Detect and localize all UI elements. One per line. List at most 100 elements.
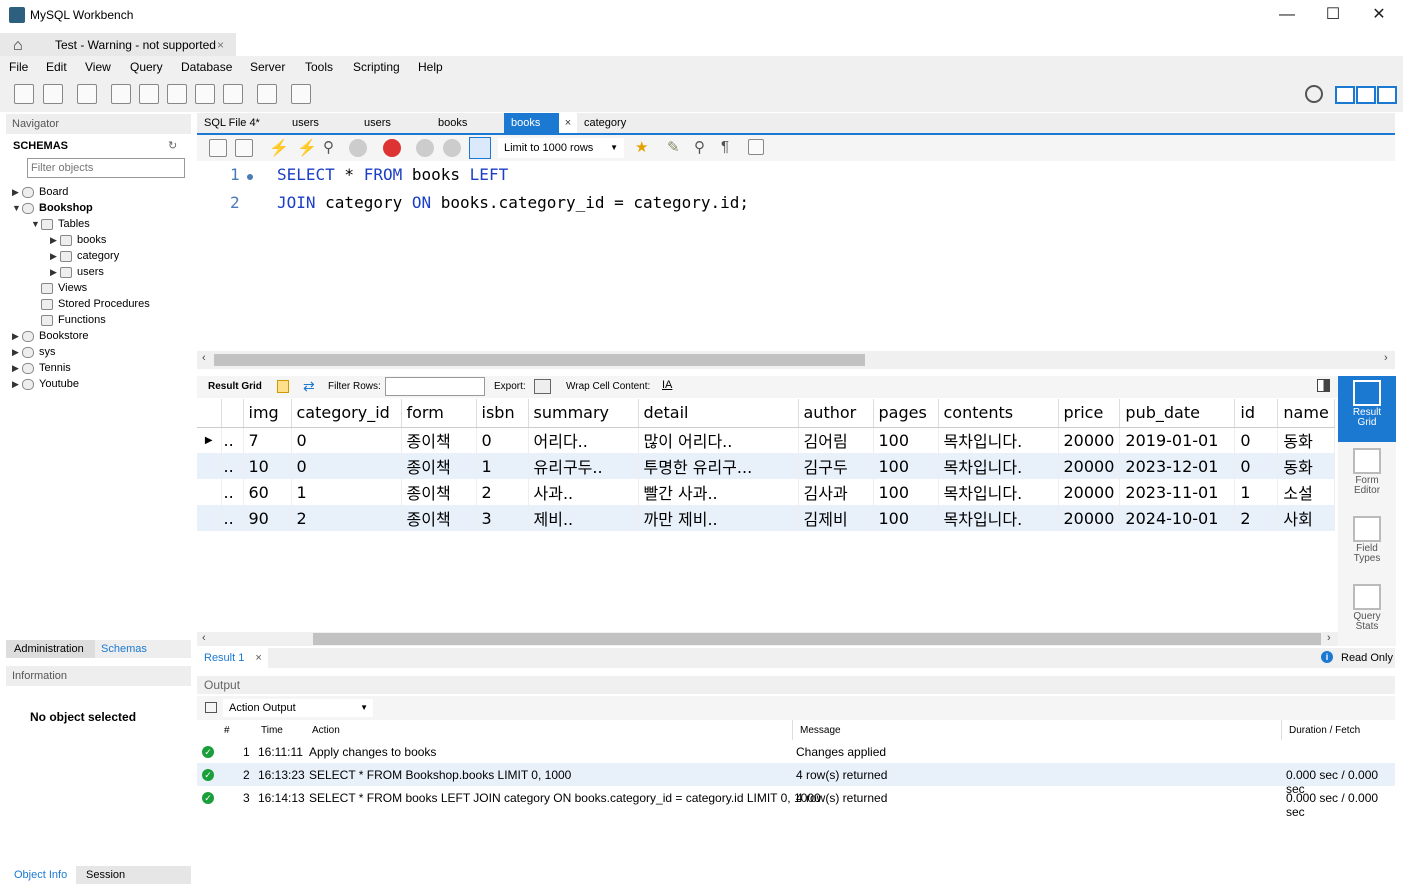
cell-detail[interactable]: 많이 어리다.. [638, 427, 799, 453]
tree-item-category[interactable]: ▶ category [12, 248, 190, 264]
cell-pub-date[interactable]: 2023-11-01 [1119, 479, 1236, 505]
cell-detail[interactable]: 까만 제비.. [638, 505, 799, 531]
menu-server[interactable]: Server [250, 60, 285, 74]
output-row[interactable]: ✓ 1 16:11:11 Apply changes to books Changes … [197, 740, 1395, 763]
filter-rows-input[interactable] [385, 377, 485, 396]
menu-database[interactable]: Database [181, 60, 232, 74]
cell-id[interactable]: 0 [1234, 453, 1279, 479]
cell-detail[interactable]: 빨간 사과.. [638, 479, 799, 505]
add-snippet-icon[interactable]: ★ [635, 138, 648, 156]
cell-author[interactable]: 김사과 [798, 479, 874, 505]
toggle-panel-icon[interactable] [1317, 379, 1330, 392]
table-row[interactable]: .. 60 1 종이책 2 사과.. 빨간 사과.. 김사과 100 목차입니다. 20000 202… [197, 479, 1335, 505]
cell-form[interactable]: 종이책 [401, 427, 477, 453]
cell-price[interactable]: 20000 [1058, 505, 1121, 531]
table-row[interactable]: .. 90 2 종이책 3 제비.. 까만 제비.. 김제비 100 목차입니다. 20000 202… [197, 505, 1335, 531]
column-header-detail[interactable]: detail [638, 399, 799, 428]
column-header-price[interactable]: price [1058, 399, 1121, 428]
rollback-icon[interactable] [443, 139, 461, 157]
menu-file[interactable]: File [9, 60, 28, 74]
cell-price[interactable]: 20000 [1058, 479, 1121, 505]
tree-item-youtube[interactable]: ▶ Youtube [12, 376, 190, 392]
sql-tab[interactable]: category [577, 113, 657, 133]
scroll-left-icon[interactable]: ‹ [202, 352, 206, 364]
execute-current-icon[interactable]: ⚡ [297, 138, 317, 158]
refresh-schemas-icon[interactable]: ↻ [168, 139, 177, 152]
menu-view[interactable]: View [85, 60, 111, 74]
sql-editor[interactable]: 1 SELECT * FROM books LEFT 2 JOIN category … [197, 162, 1395, 350]
output-mode-select[interactable]: Action Output ▼ [223, 699, 373, 717]
collapsed-arrow-icon[interactable]: ▶ [50, 248, 60, 264]
cell-category-id[interactable]: 1 [291, 479, 402, 505]
close-result-icon[interactable]: × [255, 652, 261, 664]
tree-item-tables[interactable]: ▼ Tables [12, 216, 190, 232]
grid-scroll-left-icon[interactable]: ‹ [202, 632, 206, 644]
tree-item-views[interactable]: Views [12, 280, 190, 296]
tree-item-bookstore[interactable]: ▶ Bookstore [12, 328, 190, 344]
close-tab-icon[interactable]: × [217, 33, 224, 57]
side-query-stats-button[interactable]: Query Stats [1338, 580, 1396, 646]
column-header-category-id[interactable]: category_id [291, 399, 402, 428]
side-result-grid-button[interactable]: Result Grid [1338, 376, 1396, 442]
cell-author[interactable]: 김제비 [798, 505, 874, 531]
cell-pages[interactable]: 100 [873, 505, 939, 531]
cell-author[interactable]: 김어림 [798, 427, 874, 453]
grid-hscrollbar[interactable]: ‹ › [197, 632, 1338, 646]
cell-price[interactable]: 20000 [1058, 427, 1121, 453]
cell-form[interactable]: 종이책 [401, 453, 477, 479]
commit-icon[interactable] [416, 139, 434, 157]
open-file-icon[interactable] [209, 139, 227, 157]
create-table-icon[interactable] [139, 84, 159, 104]
grid-scroll-thumb[interactable] [313, 633, 1321, 645]
collapsed-arrow-icon[interactable]: ▶ [50, 264, 60, 280]
autocommit-icon[interactable] [469, 137, 491, 159]
close-sql-tab-icon[interactable]: × [559, 113, 577, 133]
execute-icon[interactable]: ⚡ [269, 138, 289, 158]
tree-item-bookshop[interactable]: ▼ Bookshop [12, 200, 190, 216]
tree-item-functions[interactable]: Functions [12, 312, 190, 328]
tree-item-tennis[interactable]: ▶ Tennis [12, 360, 190, 376]
cell-id[interactable]: 2 [1234, 505, 1279, 531]
inspector-icon[interactable] [77, 84, 97, 104]
cell-price[interactable]: 20000 [1058, 453, 1121, 479]
menu-tools[interactable]: Tools [305, 60, 333, 74]
column-header-img[interactable]: img [243, 399, 292, 428]
maximize-button[interactable]: ☐ [1310, 0, 1356, 30]
cell-isbn[interactable]: 2 [476, 479, 529, 505]
expanded-arrow-icon[interactable]: ▼ [31, 216, 41, 232]
cell-img[interactable]: 7 [243, 427, 292, 453]
cell-summary[interactable]: 제비.. [528, 505, 639, 531]
cell-isbn[interactable]: 3 [476, 505, 529, 531]
grid-icon[interactable] [277, 380, 289, 393]
table-row[interactable]: .. 10 0 종이책 1 유리구두.. 투명한 유리구... 김구두 100 목차입니다. 200… [197, 453, 1335, 479]
toggle-sidebar-icon[interactable] [1335, 86, 1355, 104]
explain-icon[interactable]: ⚲ [323, 138, 334, 156]
invisible-chars-icon[interactable]: ¶ [721, 138, 729, 155]
beautify-icon[interactable]: ✎ [667, 138, 680, 156]
copy-icon[interactable] [205, 702, 217, 713]
tree-item-books[interactable]: ▶ books [12, 232, 190, 248]
table-row[interactable]: ▶.. 7 0 종이책 0 어리다.. 많이 어리다.. 김어림 100 목차입니다. 20000 2… [197, 427, 1335, 453]
tree-item-users[interactable]: ▶ users [12, 264, 190, 280]
wrap-cell-icon[interactable]: IA [662, 379, 672, 391]
cell-pages[interactable]: 100 [873, 453, 939, 479]
create-function-icon[interactable] [223, 84, 243, 104]
cell-author[interactable]: 김구두 [798, 453, 874, 479]
menu-edit[interactable]: Edit [46, 60, 67, 74]
collapsed-arrow-icon[interactable]: ▶ [12, 184, 22, 200]
column-header-name[interactable]: name [1277, 399, 1335, 428]
cell-category-id[interactable]: 0 [291, 427, 402, 453]
cell-category-id[interactable]: 0 [291, 453, 402, 479]
cell-contents[interactable]: 목차입니다. [938, 453, 1059, 479]
scroll-right-icon[interactable]: › [1384, 352, 1388, 364]
cell-category-id[interactable]: 2 [291, 505, 402, 531]
wrap-lines-icon[interactable] [748, 139, 764, 155]
column-header-pages[interactable]: pages [873, 399, 939, 428]
cell-contents[interactable]: 목차입니다. [938, 427, 1059, 453]
tab-administration[interactable]: Administration [6, 640, 95, 658]
tab-session[interactable]: Session [86, 866, 125, 884]
cell-summary[interactable]: 어리다.. [528, 427, 639, 453]
cell-name[interactable]: 동화 [1277, 453, 1335, 479]
cell-form[interactable]: 종이책 [401, 505, 477, 531]
refresh-icon[interactable]: ⇄ [303, 378, 315, 395]
